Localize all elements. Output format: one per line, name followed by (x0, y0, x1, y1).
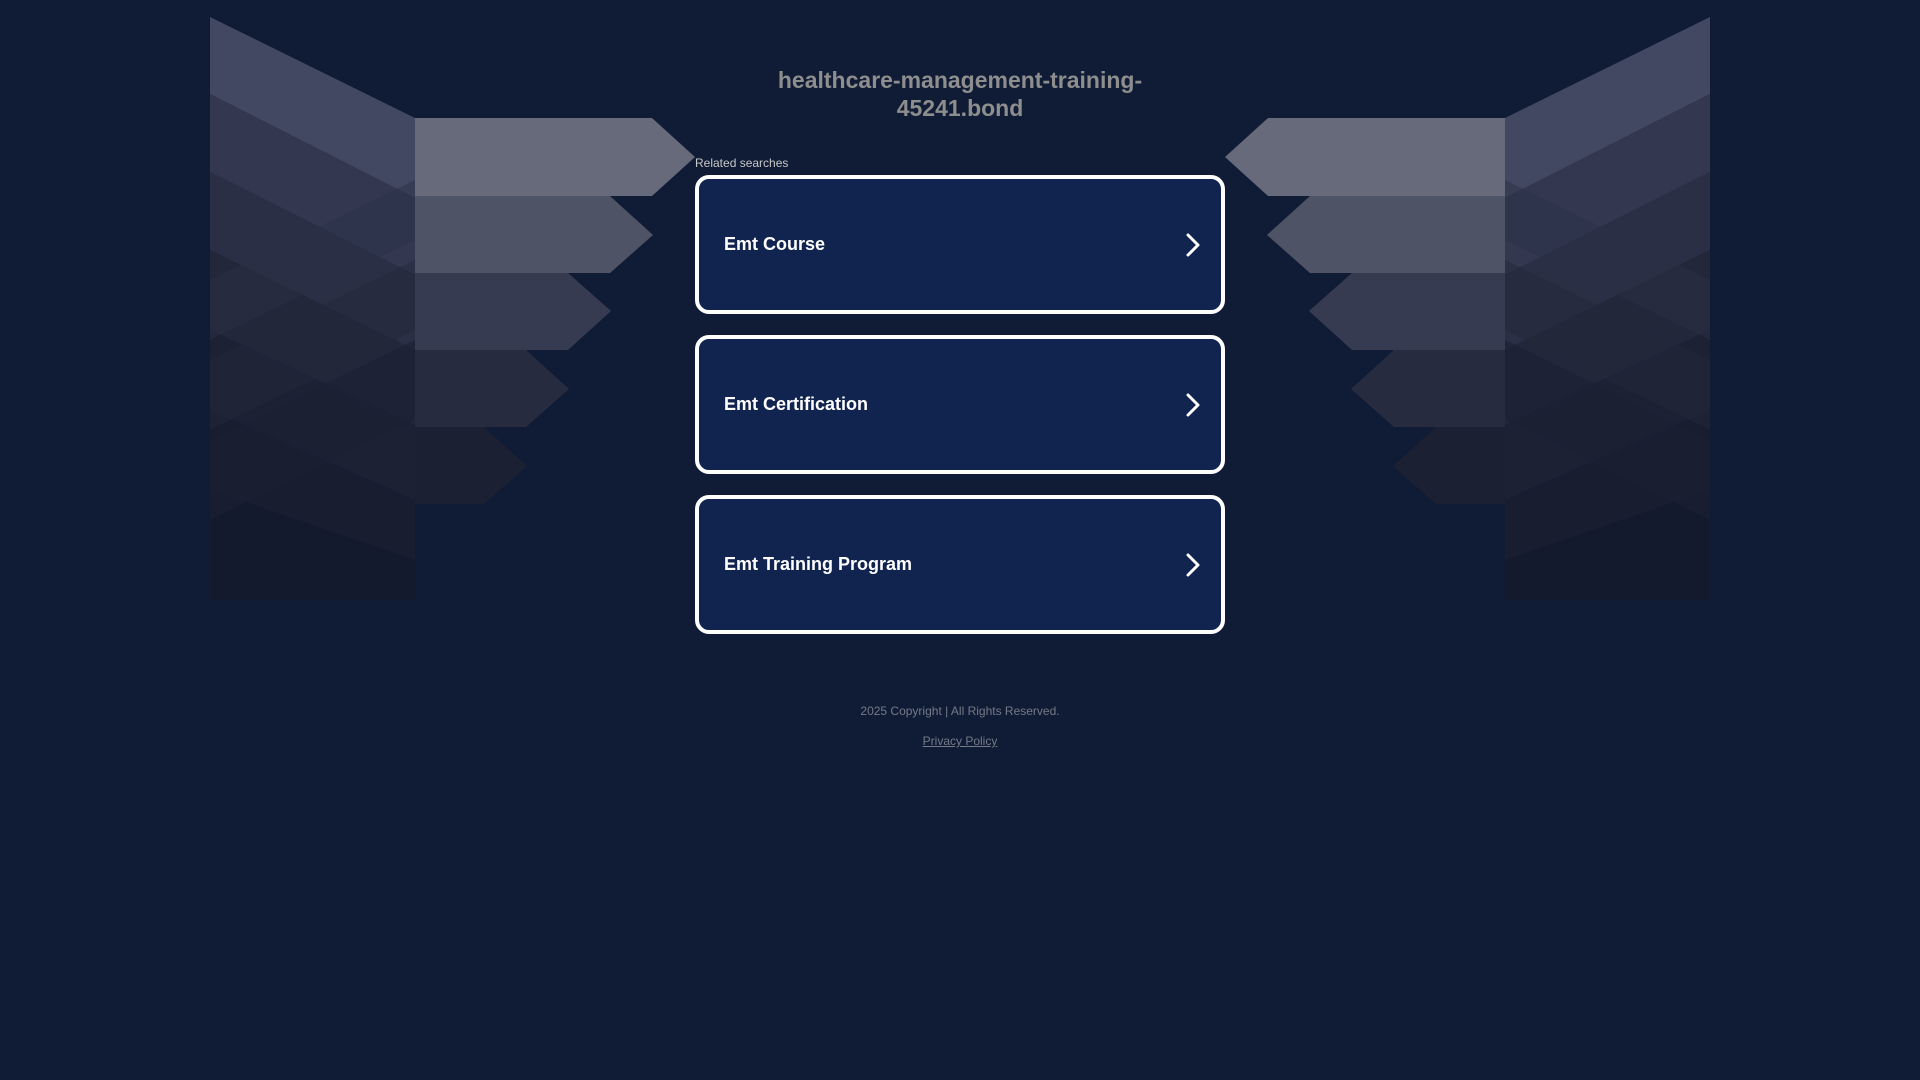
related-search-emt-course[interactable]: Emt Course (695, 175, 1225, 314)
chevron-right-icon (1185, 233, 1201, 257)
privacy-policy-container: Privacy Policy (0, 734, 1920, 748)
site-title: healthcare-management-training-45241.bon… (777, 67, 1143, 121)
right-wing-bands (1225, 118, 1505, 504)
related-search-label: Emt Training Program (724, 554, 913, 574)
chevron-right-icon (1185, 393, 1201, 417)
left-wing-bands (415, 118, 695, 504)
right-wing-feathers (1505, 17, 1710, 600)
related-search-label: Emt Certification (724, 394, 869, 414)
page: healthcare-management-training-45241.bon… (0, 0, 1920, 1080)
privacy-policy-link[interactable]: Privacy Policy (923, 734, 998, 748)
related-search-emt-training-program[interactable]: Emt Training Program (695, 495, 1225, 634)
related-search-emt-certification[interactable]: Emt Certification (695, 335, 1225, 474)
left-wing-feathers (210, 17, 415, 600)
related-search-label: Emt Course (724, 234, 826, 254)
related-searches-label: Related searches (695, 156, 789, 170)
related-searches-list: Emt Course Emt Certification Emt Trainin… (695, 175, 1225, 655)
chevron-right-icon (1185, 553, 1201, 577)
copyright-text: 2025 Copyright | All Rights Reserved. (860, 704, 1060, 718)
